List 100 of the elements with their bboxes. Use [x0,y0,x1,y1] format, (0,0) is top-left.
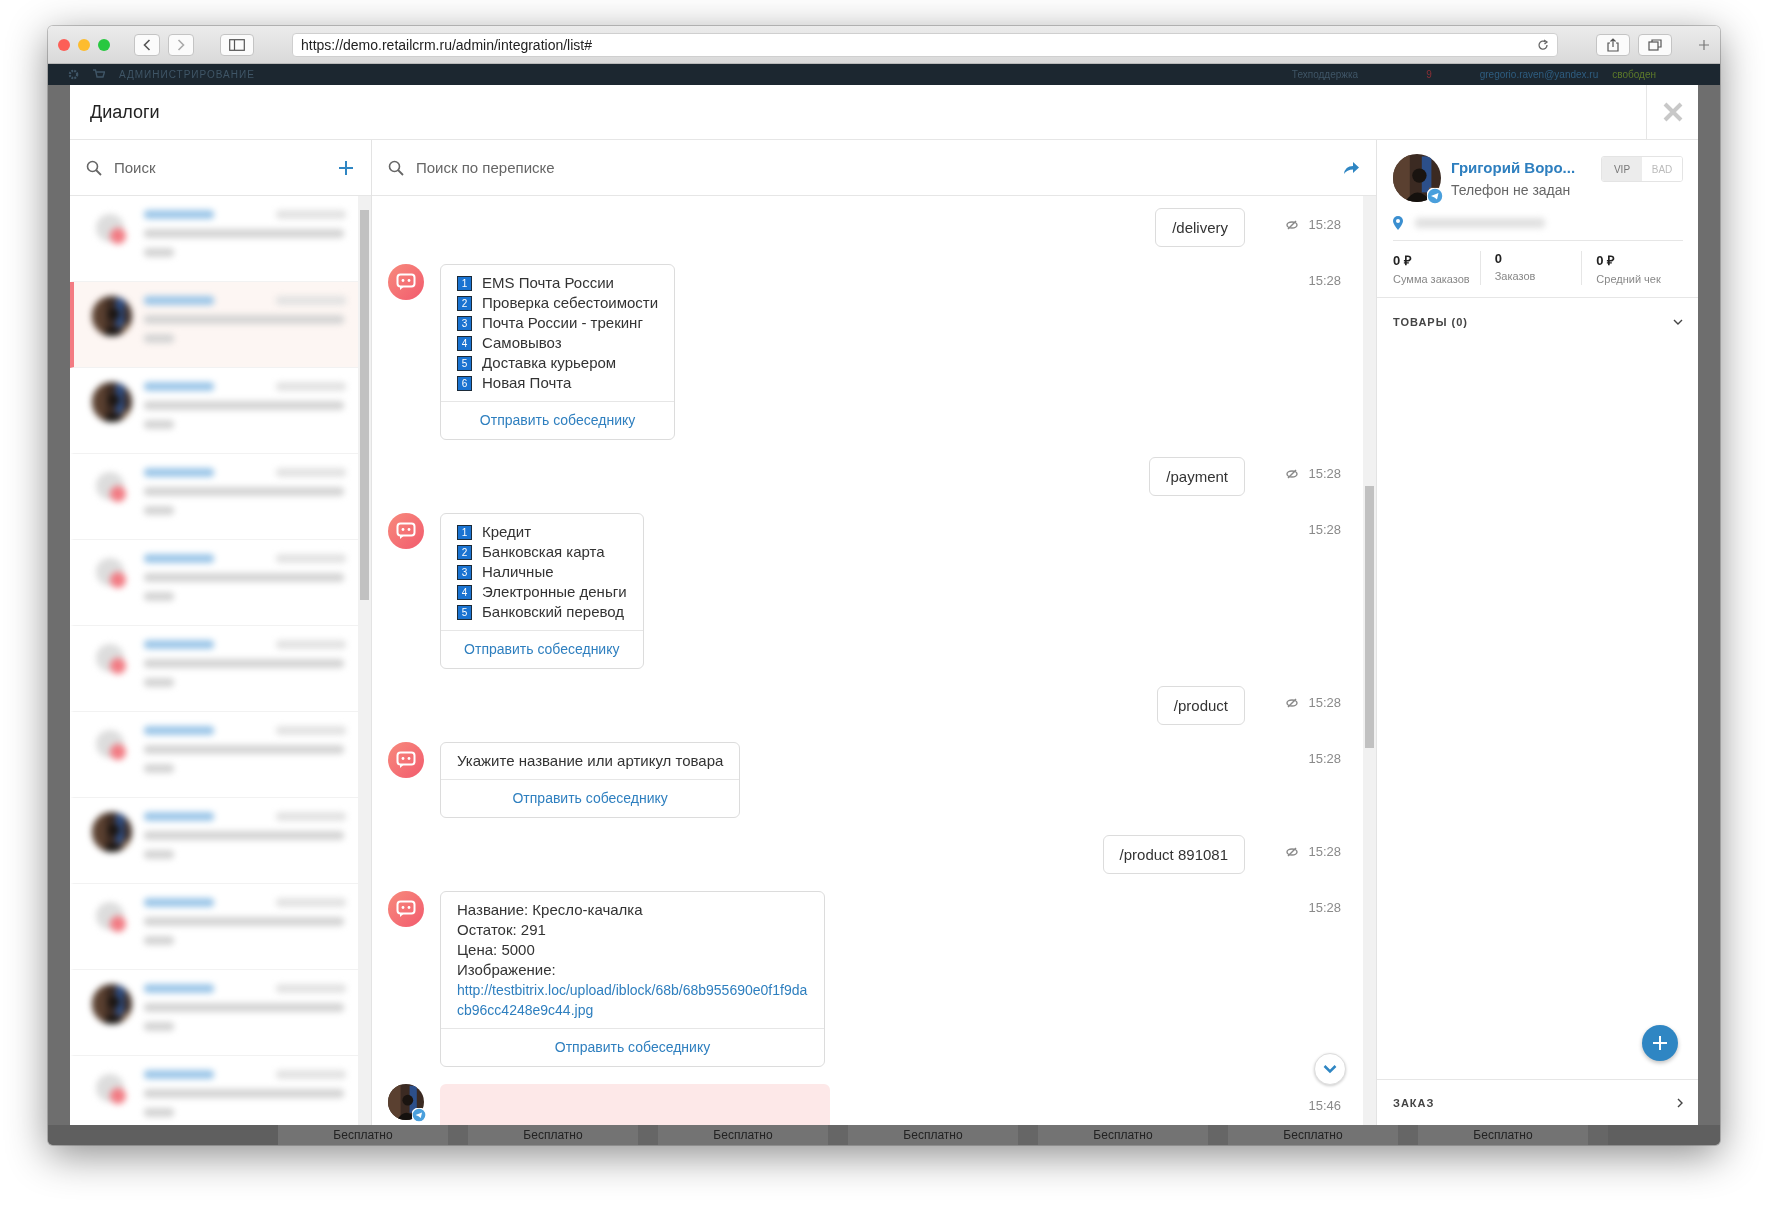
tabs-icon [1648,38,1662,51]
number-badge: 4 [457,584,472,600]
menu-option: Электронные деньги [482,582,627,602]
user-status: свободен [1612,69,1656,80]
menu-option: Проверка себестоимости [482,293,659,313]
message-text: Изображение: [457,960,557,980]
number-badge: 3 [457,564,472,580]
message-time: 15:28 [1308,217,1341,232]
blurred-name [144,726,214,735]
bot-avatar-icon [388,264,424,300]
message-bubble: /product 891081 [1102,835,1245,874]
plan-label: Бесплатно [658,1125,848,1145]
eye-off-icon [1286,468,1299,479]
reload-icon[interactable] [1537,38,1549,51]
stat-label: Заказов [1494,270,1537,282]
tabs-button[interactable] [1638,33,1672,56]
blurred-preview [144,592,174,601]
plan-label: Бесплатно [468,1125,658,1145]
plan-label: Бесплатно [848,1125,1038,1145]
gear-icon[interactable] [68,69,79,80]
number-badge: 1 [457,275,472,291]
blurred-preview [144,506,174,515]
conversation-item[interactable] [70,282,358,368]
menu-option: Банковская карта [482,542,605,562]
send-to-interlocutor-button[interactable]: Отправить собеседнику [441,401,675,439]
plan-label: Бесплатно [1228,1125,1418,1145]
menu-option: Доставка курьером [482,353,617,373]
search-icon [86,159,102,176]
send-to-interlocutor-button[interactable]: Отправить собеседнику [441,630,643,668]
bot-avatar-icon [388,513,424,549]
chevron-down-icon [1673,318,1683,325]
menu-option: Наличные [482,562,554,582]
message-time: 15:28 [1308,695,1341,710]
plus-icon [337,158,355,177]
forward-button[interactable] [168,33,194,56]
eye-off-icon [1286,697,1299,708]
eye-off-icon [1286,846,1299,857]
menu-option: Почта России - трекинг [482,313,643,333]
bot-avatar-icon [388,891,424,927]
cart-icon[interactable] [93,69,105,80]
sidebar-button[interactable] [220,33,254,56]
message-bubble: /payment [1149,457,1245,496]
blurred-name [144,554,214,563]
message-time: 15:28 [1308,900,1341,915]
scroll-down-button[interactable] [1314,1053,1346,1085]
scrollbar[interactable] [358,196,371,1125]
telegram-icon [412,1108,426,1122]
message-text: Остаток: 291 [457,920,547,940]
message-bubble: /delivery [1155,208,1245,247]
telegram-icon [1427,188,1443,204]
blurred-preview [144,1108,174,1117]
blurred-preview [144,936,174,945]
new-tab-icon[interactable] [1698,38,1710,51]
stat-label: Средний чек [1596,273,1662,285]
blurred-name [144,210,214,219]
location-pin-icon [1393,216,1403,230]
blurred-name [144,898,214,907]
share-button[interactable] [1596,33,1630,56]
sidebar-icon [229,38,245,51]
blurred-preview [144,334,174,343]
blurred-preview [144,850,174,859]
back-button[interactable] [134,33,160,56]
message-time: 15:28 [1308,751,1341,766]
stat-value: 0 [1494,251,1503,266]
send-to-interlocutor-button[interactable]: Отправить собеседнику [441,1028,824,1066]
blurred-name [144,640,214,649]
share-icon [1607,37,1619,52]
plan-label: Бесплатно [278,1125,468,1145]
forward-arrow-icon [1342,159,1360,176]
customer-name[interactable]: Григорий Воро... [1451,159,1591,176]
blurred-name [144,382,214,391]
image-link[interactable]: http://testbitrix.loc/upload/iblock/68b/68b955690e0f1f9dacb96cc4248e9c44.jpg [457,980,808,1020]
blurred-preview [144,764,174,773]
stat-value: 0 ₽ [1393,252,1413,269]
eye-off-icon [1286,219,1299,230]
number-badge: 5 [457,355,472,371]
scrollbar[interactable] [1363,196,1376,1125]
menu-option: EMS Почта России [482,273,614,293]
add-button[interactable] [1642,1025,1678,1061]
address-bar[interactable]: https://demo.retailcrm.ru/admin/integration/list# [292,32,1558,57]
customer-tag[interactable]: VIP [1602,157,1642,181]
message-bubble: /product [1156,686,1245,725]
close-window-icon[interactable] [58,38,70,51]
number-badge: 1 [457,524,472,540]
message-text: Цена: 5000 [457,940,536,960]
chevron-right-icon [177,38,185,51]
zoom-window-icon[interactable] [98,38,110,51]
send-to-interlocutor-button[interactable]: Отправить собеседнику [441,779,740,817]
blurred-preview [144,248,174,257]
message-text: Укажите название или артикул товара [457,751,724,771]
message-time: 15:28 [1308,273,1341,288]
number-badge: 5 [457,604,472,620]
number-badge: 2 [457,295,472,311]
plus-icon [1652,1035,1668,1051]
modal-title: Диалоги [89,101,161,124]
menu-option: Новая Почта [482,373,572,393]
stat-value: 0 ₽ [1596,252,1617,269]
number-badge: 6 [457,375,472,391]
minimize-window-icon[interactable] [78,38,90,51]
plan-label: Бесплатно [1038,1125,1228,1145]
